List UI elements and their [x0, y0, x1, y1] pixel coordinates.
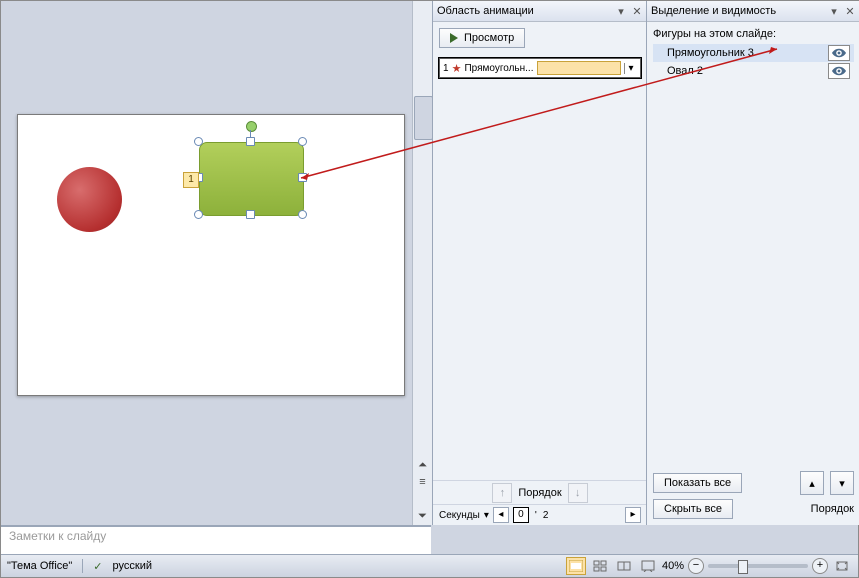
prev-slide-button[interactable]: ⏶	[413, 457, 432, 474]
animation-item-name: Прямоугольн...	[464, 63, 533, 74]
selection-handle-nw[interactable]	[194, 137, 203, 146]
reorder-down-button[interactable]: ▾	[830, 471, 854, 495]
rotate-handle[interactable]	[246, 121, 257, 132]
reorder-up-button[interactable]: ▴	[800, 471, 824, 495]
slide-canvas[interactable]	[17, 114, 405, 396]
selection-item-rectangle[interactable]: Прямоугольник 3	[653, 44, 854, 62]
selection-handle-s[interactable]	[246, 210, 255, 219]
status-right: 40% − +	[566, 557, 852, 575]
notes-pane[interactable]: Заметки к слайду	[1, 525, 431, 555]
editor-scrollbar[interactable]: ⏶ ≡ ⏷	[412, 1, 432, 525]
preview-button-label: Просмотр	[464, 32, 514, 44]
selection-handle-n[interactable]	[246, 137, 255, 146]
order-label: Порядок	[518, 487, 561, 499]
zoom-slider[interactable]	[708, 564, 808, 568]
animation-order-row: ↑ Порядок ↓	[433, 480, 647, 505]
timeline-label: Секунды	[439, 510, 480, 521]
animation-pane-title: Область анимации	[437, 5, 611, 17]
order-label: Порядок	[811, 503, 854, 515]
selection-pane-title: Выделение и видимость	[651, 5, 824, 17]
close-icon[interactable]: ✕	[844, 5, 856, 17]
animation-duration-bar[interactable]	[537, 61, 622, 75]
selection-pane: Выделение и видимость ▾ ✕ Фигуры на этом…	[646, 1, 859, 525]
move-up-button[interactable]: ↑	[492, 483, 512, 503]
next-slide-button[interactable]: ⏷	[413, 508, 432, 525]
star-icon: ★	[452, 62, 462, 75]
zoom-out-button[interactable]: −	[688, 558, 704, 574]
animation-timeline: Секунды ▾ ◂ 0 ' 2 ▸	[433, 504, 647, 525]
animation-pane-body: Просмотр 1 ★ Прямоугольн... ▾ ↑ Порядок …	[433, 22, 647, 525]
animation-pane: Область анимации ▾ ✕ Просмотр 1 ★ Прямоу…	[432, 1, 647, 525]
slide-nav-split[interactable]: ≡	[413, 474, 432, 491]
slide-wrapper: 1	[17, 114, 403, 394]
preview-button[interactable]: Просмотр	[439, 28, 525, 48]
visibility-toggle[interactable]	[828, 45, 850, 61]
normal-view-button[interactable]	[566, 557, 586, 575]
selection-list: Прямоугольник 3 Овал 2	[653, 44, 854, 80]
eye-icon	[832, 66, 846, 76]
scrollbar-thumb[interactable]	[414, 96, 433, 140]
spellcheck-icon[interactable]: ✓	[93, 560, 102, 573]
selection-list-header: Фигуры на этом слайде:	[653, 28, 854, 40]
zoom-in-button[interactable]: +	[812, 558, 828, 574]
selection-item-label: Овал 2	[667, 65, 703, 77]
close-icon[interactable]: ✕	[631, 5, 643, 17]
theme-label[interactable]: "Тема Office"	[7, 560, 72, 572]
pane-menu-icon[interactable]: ▾	[615, 5, 627, 17]
selection-pane-header: Выделение и видимость ▾ ✕	[647, 1, 859, 22]
timeline-mark: 0	[513, 507, 529, 523]
selection-handle-e[interactable]	[298, 173, 307, 182]
selection-handle-se[interactable]	[298, 210, 307, 219]
timeline-scroll-right[interactable]: ▸	[625, 507, 641, 523]
slide-editor[interactable]: 1 ⏶ ≡ ⏷	[1, 1, 411, 525]
hide-all-button[interactable]: Скрыть все	[653, 499, 733, 519]
selection-item-label: Прямоугольник 3	[667, 47, 754, 59]
zoom-percent[interactable]: 40%	[662, 560, 684, 572]
chevron-down-icon[interactable]: ▾	[624, 63, 637, 74]
eye-icon	[832, 48, 846, 58]
timeline-tick: '	[533, 510, 539, 521]
selection-pane-footer: Показать все ▴ ▾ Скрыть все Порядок	[653, 467, 854, 519]
timeline-scroll-left[interactable]: ◂	[493, 507, 509, 523]
language-label[interactable]: русский	[113, 560, 152, 572]
selection-handle-sw[interactable]	[194, 210, 203, 219]
selection-handle-ne[interactable]	[298, 137, 307, 146]
animation-item[interactable]: 1 ★ Прямоугольн... ▾	[439, 58, 641, 78]
show-all-button[interactable]: Показать все	[653, 473, 742, 493]
fit-window-button[interactable]	[832, 557, 852, 575]
oval-shape[interactable]	[57, 167, 122, 232]
move-down-button[interactable]: ↓	[568, 483, 588, 503]
reading-view-button[interactable]	[614, 557, 634, 575]
selection-pane-body: Фигуры на этом слайде: Прямоугольник 3 О…	[647, 22, 859, 525]
slideshow-view-button[interactable]	[638, 557, 658, 575]
rectangle-shape[interactable]	[199, 142, 304, 216]
selection-item-oval[interactable]: Овал 2	[653, 62, 854, 80]
timeline-mark: 2	[543, 510, 549, 521]
pane-menu-icon[interactable]: ▾	[828, 5, 840, 17]
divider	[82, 559, 83, 573]
notes-placeholder: Заметки к слайду	[9, 529, 106, 543]
chevron-down-icon[interactable]: ▾	[484, 510, 489, 521]
visibility-toggle[interactable]	[828, 63, 850, 79]
animation-pane-header: Область анимации ▾ ✕	[433, 1, 647, 22]
animation-index-tag[interactable]: 1	[183, 172, 199, 188]
status-bar: "Тема Office" ✓ русский 40% − +	[1, 554, 858, 577]
zoom-thumb[interactable]	[738, 560, 748, 574]
animation-item-index: 1	[443, 63, 449, 74]
animation-list: 1 ★ Прямоугольн... ▾	[439, 58, 641, 78]
sorter-view-button[interactable]	[590, 557, 610, 575]
play-icon	[450, 33, 458, 43]
powerpoint-window: 1 ⏶ ≡ ⏷ Область анимации ▾ ✕ Просмотр 1 …	[0, 0, 859, 578]
